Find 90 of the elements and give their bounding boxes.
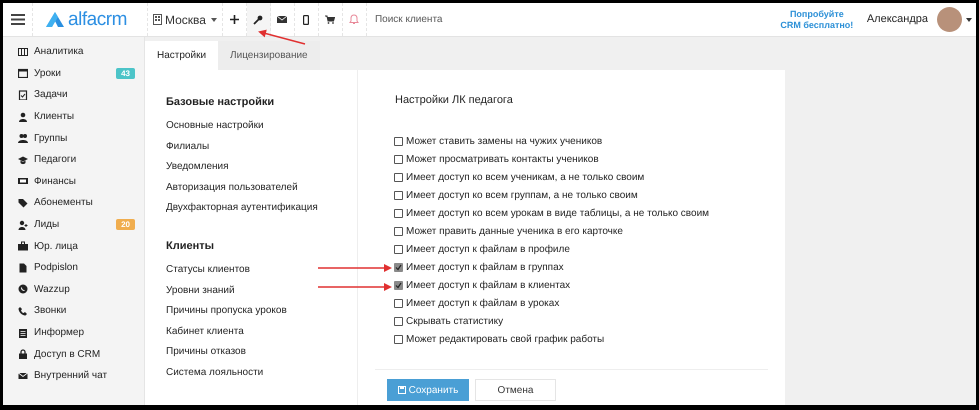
sidebar-item[interactable]: Юр. лица	[3, 235, 144, 257]
caret-icon	[210, 18, 217, 22]
section-heading: Базовые настройки	[166, 95, 276, 110]
list-icon	[18, 328, 28, 338]
settings-link[interactable]: Авторизация пользователей	[166, 178, 357, 198]
checkbox-label: Имеет доступ к файлам в клиентах	[406, 279, 570, 293]
sidebar-item[interactable]: Уроки 43	[3, 62, 144, 84]
search-field[interactable]: Поиск клиента	[374, 12, 675, 27]
settings-link[interactable]: Кабинет клиента	[166, 322, 357, 342]
settings-link[interactable]: Уровни знаний	[166, 280, 357, 302]
checkbox-label: Скрывать статистику	[406, 315, 504, 329]
settings-link[interactable]: Причины пропуска уроков	[166, 301, 357, 322]
checkbox[interactable]	[394, 155, 403, 164]
sidebar-item[interactable]: Аналитика	[3, 41, 144, 63]
briefcase-icon	[18, 241, 28, 252]
count-badge: 20	[116, 219, 135, 230]
banknote-icon	[18, 176, 28, 186]
sidebar-item[interactable]: Звонки	[3, 300, 144, 322]
sidebar-item[interactable]: Клиенты	[3, 106, 144, 128]
sidebar-item[interactable]: Внутренний чат	[3, 364, 144, 386]
checkbox[interactable]	[394, 335, 403, 344]
branch-dropdown[interactable]: Москва	[165, 10, 217, 28]
tag-icon	[18, 198, 28, 208]
phone-icon[interactable]	[303, 14, 310, 24]
caret-icon[interactable]	[966, 18, 972, 22]
checkbox-label: Имеет доступ ко всем ученикам, а не только своим	[406, 171, 644, 185]
settings-link[interactable]: Двухфакторная аутентификация	[166, 198, 357, 219]
calendar-icon	[18, 68, 28, 78]
settings-link[interactable]: Причины отказов	[166, 342, 357, 363]
checkbox-label: Может просматривать контакты учеников	[406, 153, 599, 167]
wrench-icon[interactable]	[253, 14, 264, 24]
checkbox-label: Имеет доступ к файлам в группах	[406, 261, 564, 275]
document-icon	[18, 262, 28, 273]
sidebar-item[interactable]: Wazzup	[3, 278, 144, 300]
sidebar-item[interactable]: Лиды 20	[3, 214, 144, 236]
person-icon	[18, 112, 28, 122]
sidebar-item[interactable]: Podpislon	[3, 256, 144, 279]
sidebar-item[interactable]: Задачи	[3, 84, 144, 106]
menu-icon[interactable]	[10, 14, 24, 25]
checkbox[interactable]	[394, 317, 403, 326]
sidebar-item[interactable]: Информер	[3, 322, 144, 344]
sidebar-item[interactable]: Педагоги	[3, 148, 144, 171]
user-name[interactable]: Александра	[866, 11, 928, 28]
count-badge: 43	[116, 68, 135, 79]
clipboard-icon	[18, 90, 28, 100]
plus-icon[interactable]	[230, 15, 239, 24]
section-heading: Клиенты	[166, 238, 216, 254]
checkbox-label: Может править данные ученика в его карточке	[406, 225, 623, 239]
checkbox[interactable]	[394, 245, 403, 254]
section-title: Настройки ЛК педагога	[395, 93, 514, 108]
lock-icon	[18, 349, 28, 360]
checkbox[interactable]	[394, 137, 403, 146]
settings-link[interactable]: Филиалы	[166, 136, 357, 158]
settings-link[interactable]: Уведомления	[166, 157, 357, 178]
checkbox-label: Может редактировать свой график работы	[406, 333, 604, 347]
envelope-icon	[18, 370, 28, 381]
sidebar-item[interactable]: Финансы	[3, 170, 144, 192]
sidebar-item[interactable]: Доступ в CRM	[3, 343, 144, 365]
checkbox-label: Имеет доступ к файлам в уроках	[406, 297, 560, 311]
checkbox[interactable]	[394, 263, 403, 272]
chart-icon	[18, 46, 28, 57]
promo-link[interactable]: Попробуйте CRM бесплатно!	[778, 8, 855, 30]
building-icon	[153, 14, 162, 25]
checkbox-label: Может ставить замены на чужих учеников	[406, 135, 602, 149]
chat-bubble-icon	[18, 284, 28, 294]
cancel-button[interactable]: Отмена	[475, 379, 556, 401]
settings-link[interactable]: Основные настройки	[166, 116, 357, 137]
checkbox[interactable]	[394, 299, 403, 308]
checkbox-label: Имеет доступ ко всем урокам в виде таблицы, а не только своим	[406, 207, 710, 221]
person-plus-icon	[18, 220, 28, 230]
checkbox-label: Имеет доступ к файлам в профиле	[406, 243, 570, 257]
settings-link[interactable]: Система лояльности	[166, 362, 357, 384]
logo-icon	[46, 12, 64, 27]
checkbox[interactable]	[394, 281, 403, 290]
phone-icon	[18, 306, 28, 316]
cart-icon[interactable]	[325, 15, 336, 24]
checkbox[interactable]	[394, 191, 403, 200]
people-icon	[18, 133, 28, 144]
settings-link[interactable]: Статусы клиентов	[166, 260, 357, 281]
tab[interactable]: Настройки	[145, 41, 218, 70]
logo-text: alfacrm	[68, 10, 127, 29]
sidebar-item[interactable]: Группы	[3, 127, 144, 149]
mail-icon[interactable]	[277, 16, 288, 23]
checkbox[interactable]	[394, 173, 403, 182]
annotation-arrow	[258, 30, 306, 45]
sidebar-item[interactable]: Абонементы	[3, 192, 144, 214]
checkbox-label: Имеет доступ ко всем группам, а не только своим	[406, 189, 638, 203]
checkbox[interactable]	[394, 227, 403, 236]
graduation-cap-icon	[18, 154, 28, 165]
checkbox[interactable]	[394, 209, 403, 218]
